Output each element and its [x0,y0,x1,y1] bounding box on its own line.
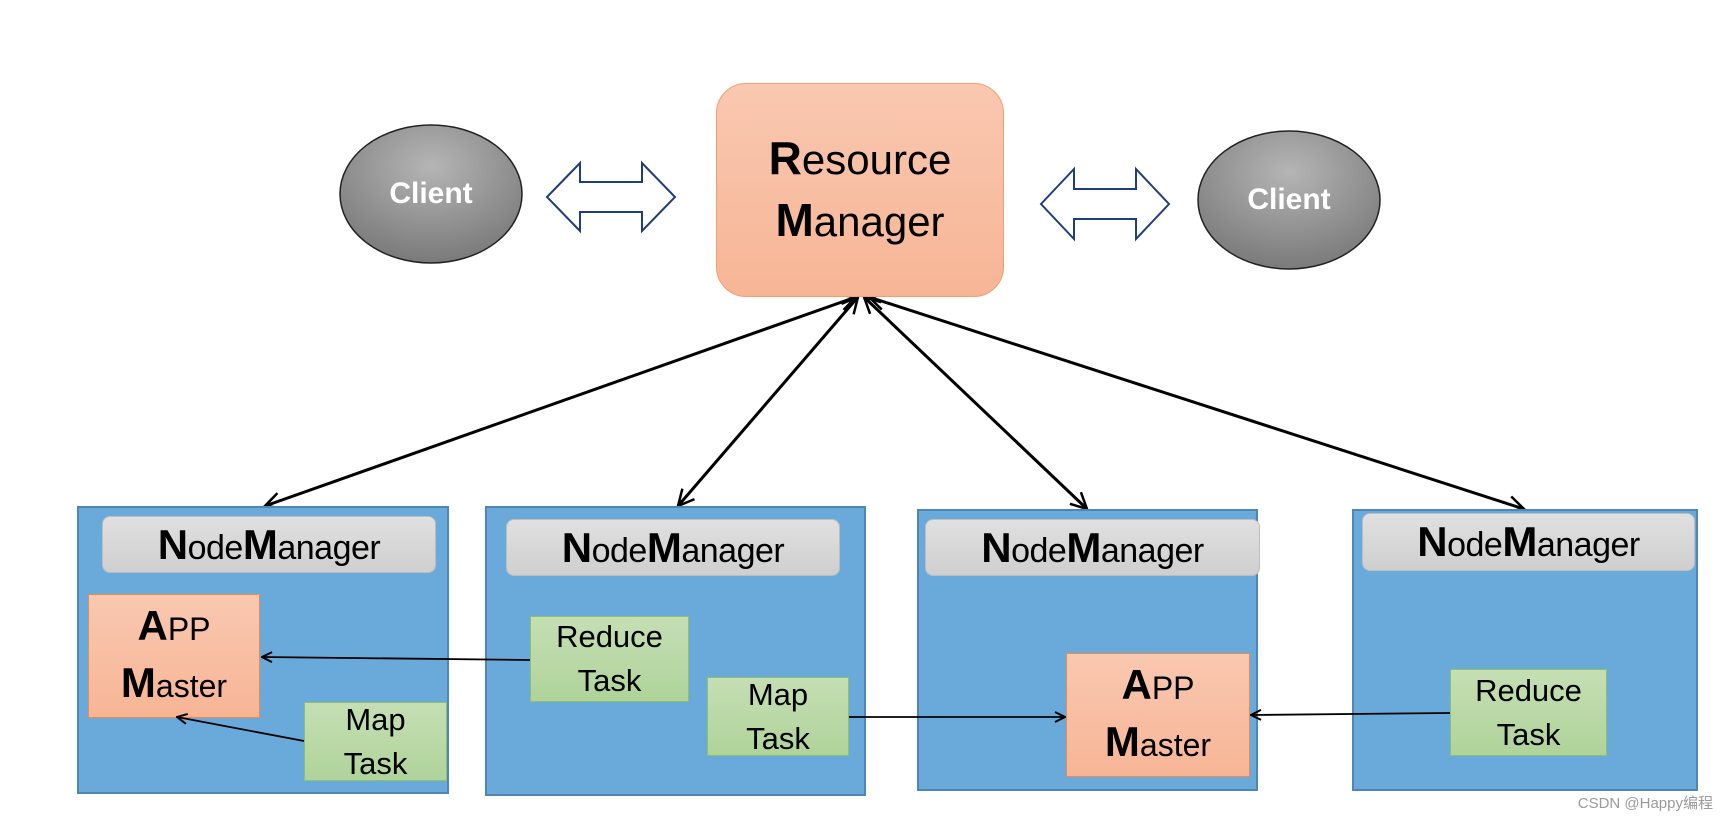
rm-text: esource [801,136,952,183]
double-arrow-icon [545,160,677,234]
node-manager-header: NodeManager [1362,513,1695,571]
app-master-1[interactable]: APP Master [88,594,260,718]
rm-nm3-link [864,297,1087,509]
rm-text: anager [813,198,945,245]
rm-initial: R [768,132,802,184]
double-arrow-icon [1039,166,1171,242]
rm-initial: M [775,194,814,246]
reduce-task-2[interactable]: Reduce Task [1450,669,1607,756]
node-manager-header: NodeManager [506,519,840,576]
client-left[interactable]: Client [340,125,522,263]
watermark: CSDN @Happy编程 [1577,795,1713,812]
yarn-architecture-diagram: Client Client Resource Manager NodeManag… [0,0,1725,821]
map-task-1[interactable]: Map Task [304,702,447,781]
resource-manager[interactable]: Resource Manager [716,83,1004,297]
node-manager-header: NodeManager [102,516,436,573]
node-manager-header: NodeManager [925,519,1260,576]
map-task-2[interactable]: Map Task [707,677,849,756]
rm-nm4-link [869,297,1524,509]
client-right[interactable]: Client [1198,131,1380,269]
reduce-task-1[interactable]: Reduce Task [530,616,689,702]
app-master-2[interactable]: APP Master [1066,653,1250,777]
